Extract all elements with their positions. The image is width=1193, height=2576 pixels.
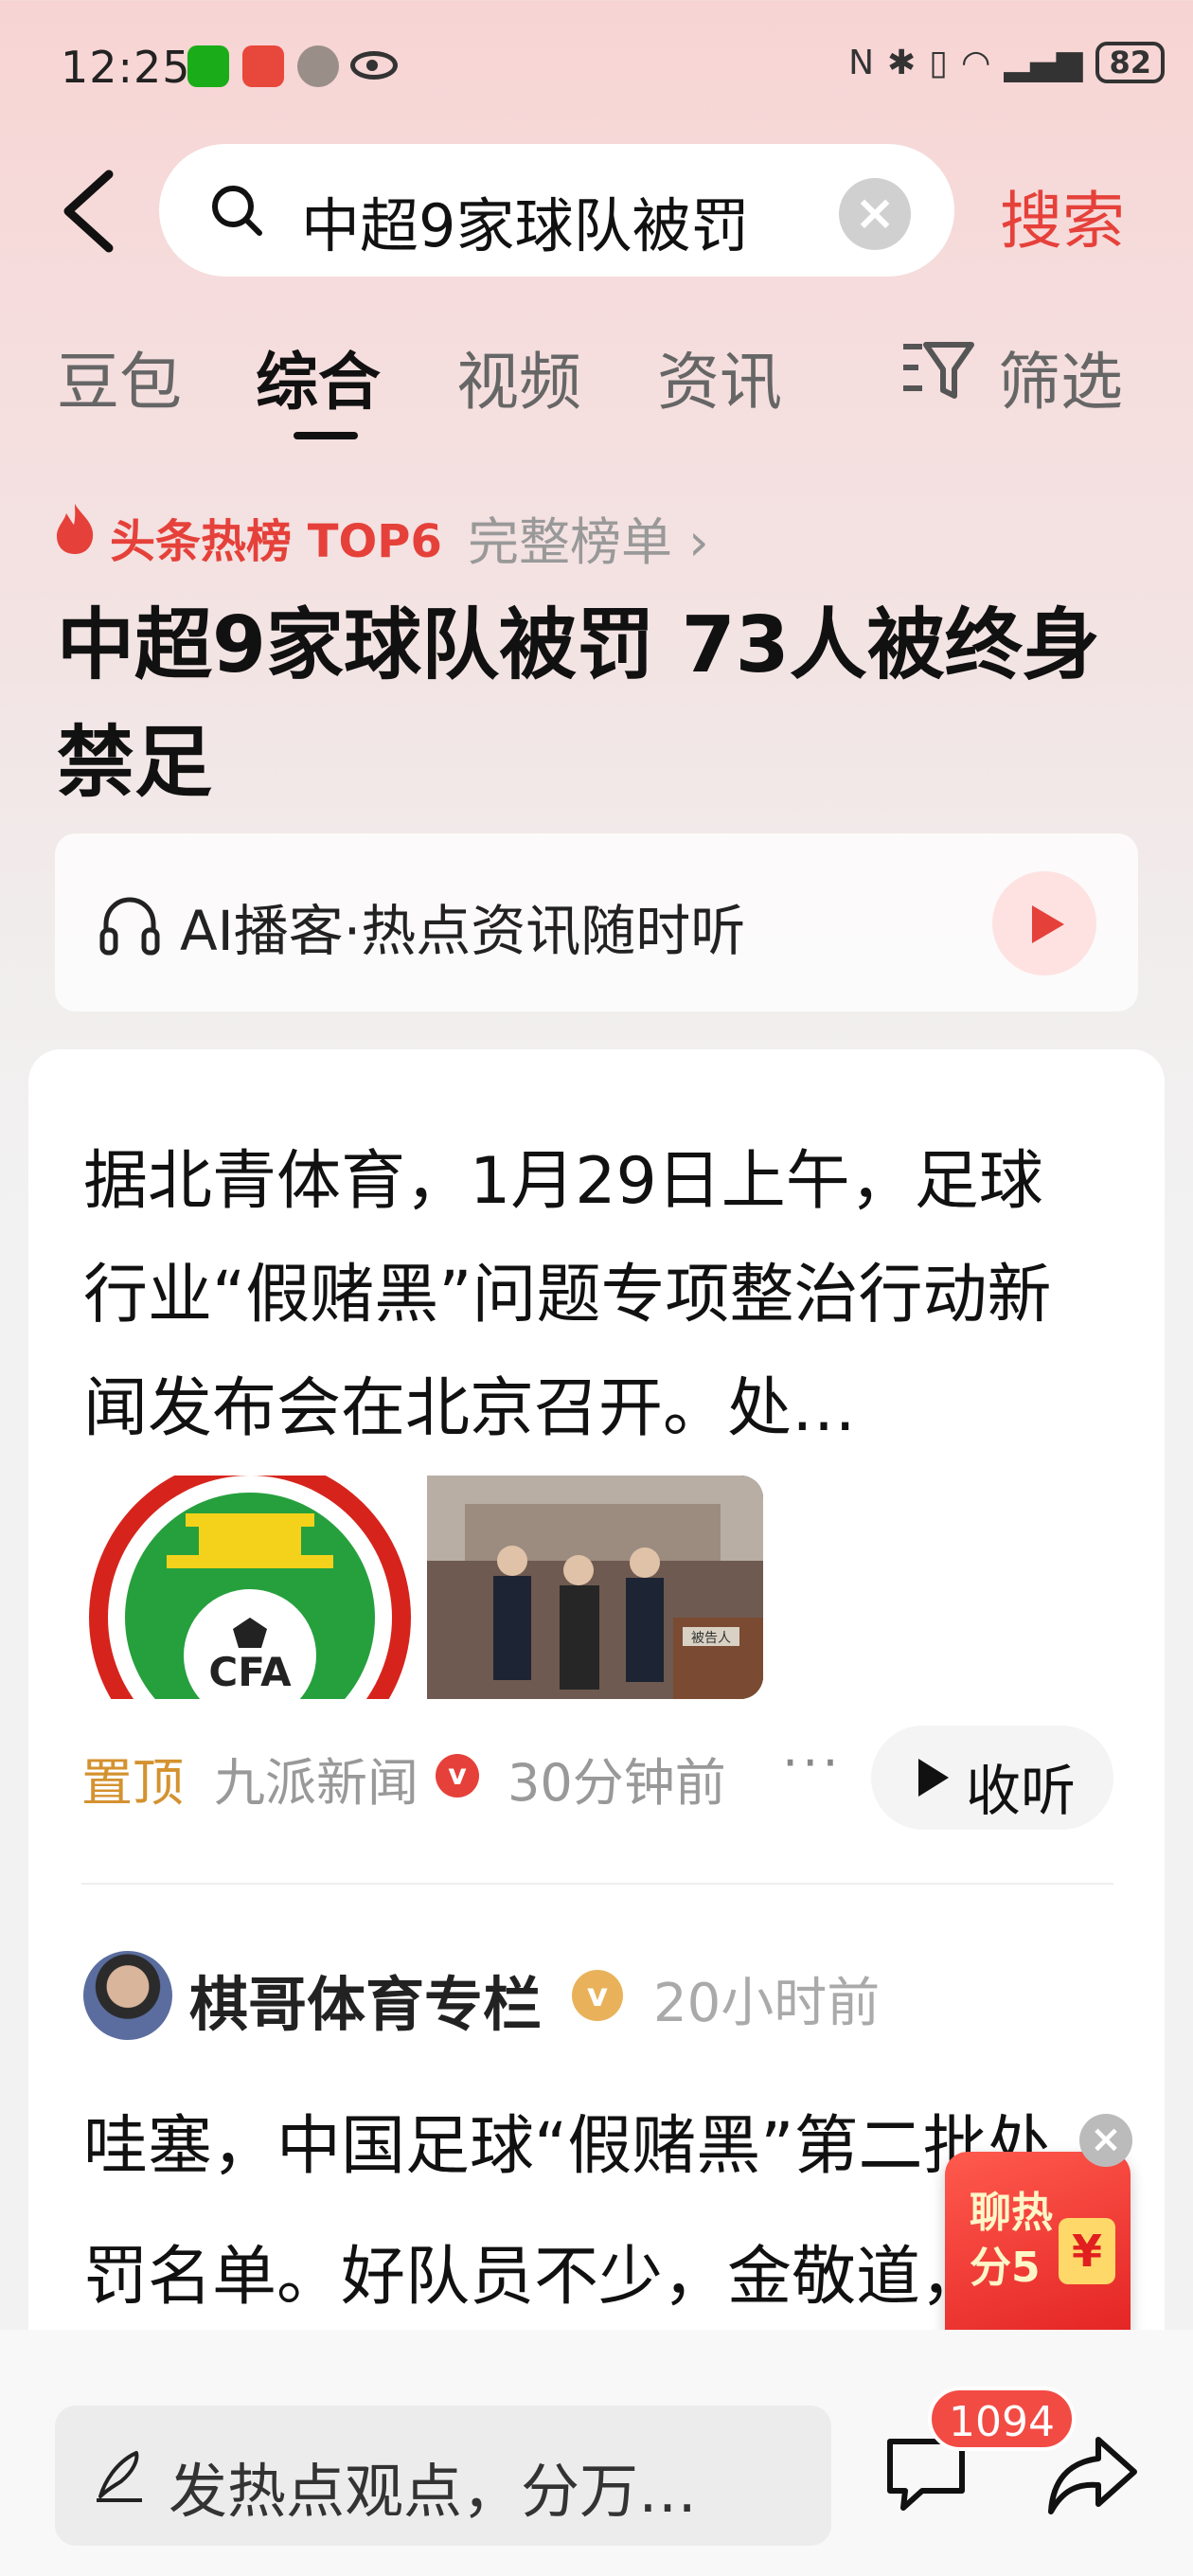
app-notification-icon [242, 45, 284, 87]
divider [81, 1883, 1113, 1885]
cfa-logo-image[interactable]: CFA [81, 1476, 418, 1699]
tab-news[interactable]: 资讯 [657, 331, 782, 422]
back-icon[interactable] [57, 169, 123, 254]
yuan-icon: ¥ [1059, 2218, 1115, 2284]
article-time: 30分钟前 [507, 1753, 726, 1813]
red-packet-float[interactable]: 聊热分5 ¥ [945, 2152, 1131, 2360]
hot-rank-label: 头条热榜 TOP6 [110, 515, 442, 568]
tab-comprehensive[interactable]: 综合 [256, 331, 381, 422]
listen-label: 收听 [966, 1759, 1077, 1823]
share-icon[interactable] [1045, 2430, 1140, 2521]
active-tab-indicator [294, 432, 358, 439]
search-icon [212, 186, 262, 236]
verified-badge-icon: v [572, 1970, 623, 2021]
article-source[interactable]: 九派新闻 [214, 1741, 418, 1816]
bluetooth-icon: ✱ [887, 43, 917, 82]
search-query: 中超9家球队被罚 [301, 191, 750, 260]
podcast-label: AI播客·热点资讯随时听 [180, 899, 746, 963]
signal-icon: ▂▄▆ [1004, 43, 1083, 82]
hot-headline[interactable]: 中超9家球队被罚 73人被终身禁足 [57, 587, 1117, 822]
battery-indicator: 82 [1095, 42, 1165, 83]
wifi-icon: ◠ [960, 43, 991, 82]
search-input[interactable]: 中超9家球队被罚 × [159, 144, 954, 277]
clear-icon[interactable]: × [839, 178, 911, 250]
tab-doubao[interactable]: 豆包 [57, 331, 182, 422]
headphones-icon [99, 897, 160, 956]
flame-icon [57, 504, 94, 554]
verified-icon: v [436, 1754, 479, 1798]
filter-icon[interactable] [901, 339, 975, 402]
comment-input[interactable]: 发热点观点，分万… [55, 2406, 831, 2546]
comment-placeholder: 发热点观点，分万… [169, 2457, 698, 2526]
full-list-link[interactable]: 完整榜单 › [468, 500, 709, 575]
pinned-tag: 置顶 [81, 1753, 184, 1813]
play-icon [918, 1759, 949, 1797]
court-photo-image[interactable]: 被告人 [427, 1476, 763, 1699]
post-time: 20小时前 [653, 1973, 881, 2034]
article-summary[interactable]: 据北青体育，1月29日上午，足球行业“假赌黑”问题专项整治行动新闻发布会在北京召… [83, 1125, 1106, 1466]
pen-icon [97, 2451, 142, 2502]
search-button[interactable]: 搜索 [1000, 170, 1125, 261]
vibrate-icon: ▯ [929, 43, 948, 82]
status-indicators: N ✱ ▯ ◠ ▂▄▆ 82 [848, 42, 1165, 83]
status-time: 12:25 [61, 42, 191, 93]
nfc-icon: N [848, 43, 874, 82]
wechat-notification-icon [187, 45, 229, 87]
filter-label[interactable]: 筛选 [998, 331, 1123, 422]
post-author[interactable]: 棋哥体育专栏 [189, 1957, 542, 2042]
avatar[interactable] [83, 1951, 172, 2040]
defendant-sign: 被告人 [691, 1631, 731, 1646]
tab-video[interactable]: 视频 [456, 331, 581, 422]
more-options-icon[interactable]: ··· [782, 1733, 843, 1793]
cfa-text: CFA [208, 1649, 292, 1695]
listen-button[interactable]: 收听 [871, 1726, 1113, 1830]
ai-podcast-card[interactable]: AI播客·热点资讯随时听 [55, 833, 1138, 1011]
avatar-notification-icon [297, 45, 339, 87]
close-icon[interactable]: × [1079, 2114, 1132, 2167]
play-button[interactable] [992, 871, 1096, 975]
eye-icon [350, 51, 398, 80]
